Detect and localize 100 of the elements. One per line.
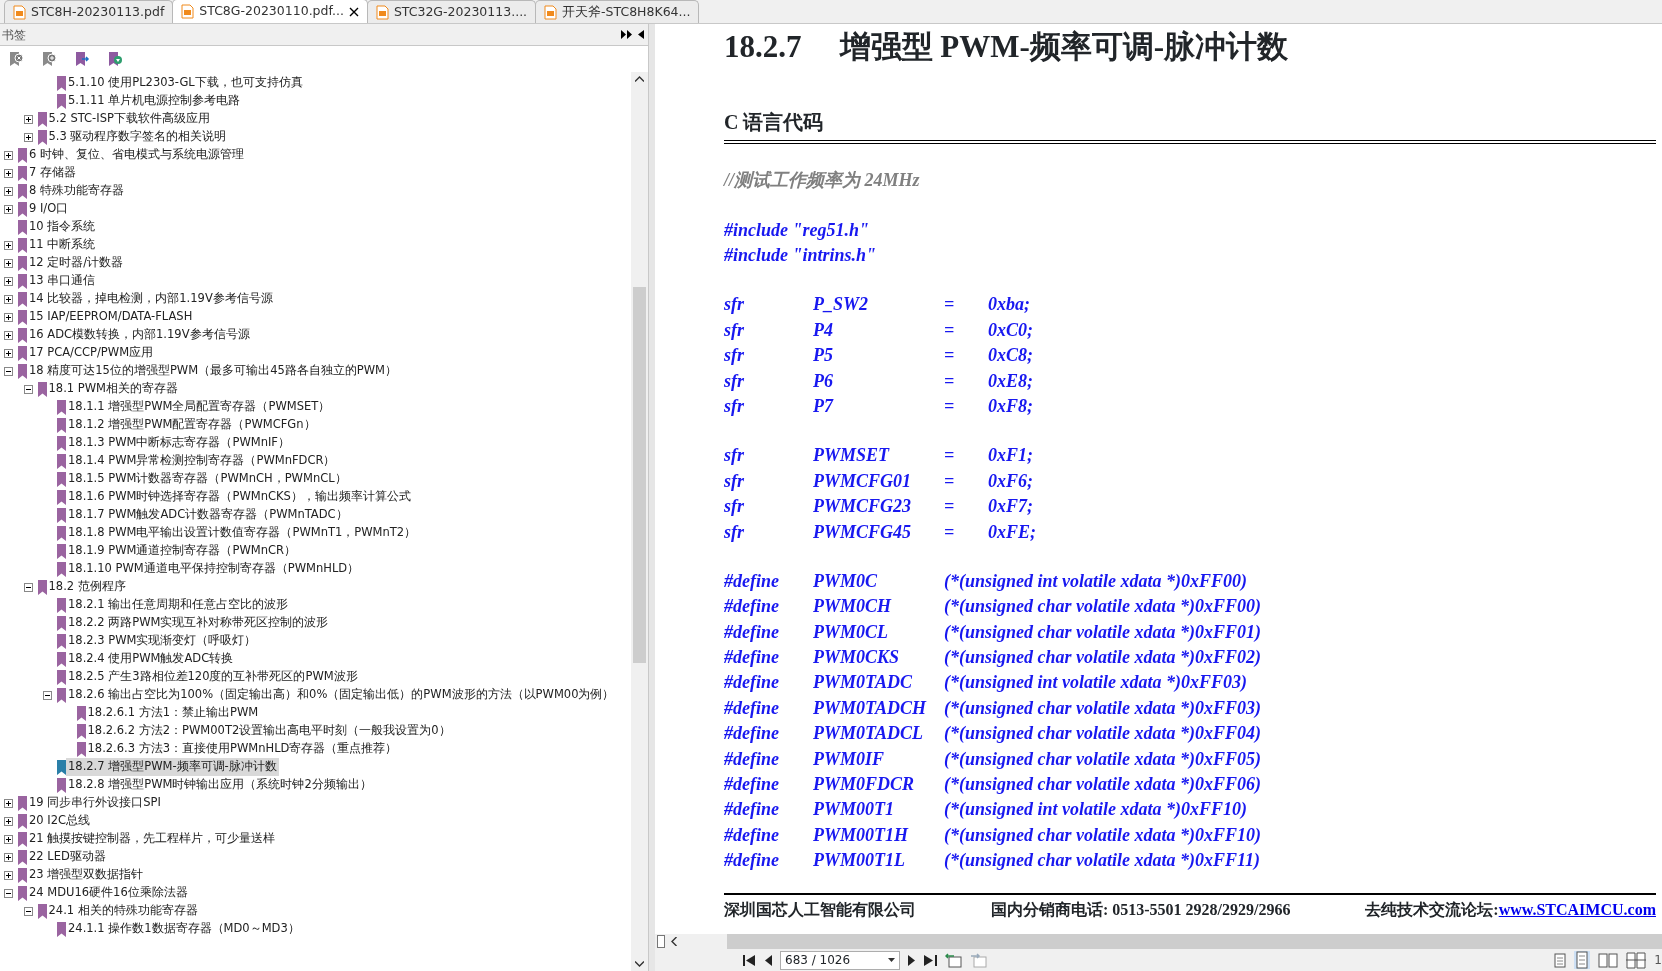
bookmark-item[interactable]: 9 I/O口 (27, 200, 71, 218)
scroll-down-icon[interactable] (635, 961, 644, 967)
code-token: = (944, 469, 956, 493)
bookmark-item[interactable]: 10 指令系统 (27, 218, 98, 236)
expand-icon[interactable] (4, 816, 13, 826)
bookmark-item[interactable]: 18.2 范例程序 (46, 578, 128, 596)
document-tab[interactable]: 开天斧-STC8H8K64... (535, 0, 700, 23)
bookmark-item[interactable]: 16 ADC模数转换，内部1.19V参考信号源 (27, 326, 252, 344)
expand-icon[interactable] (4, 312, 13, 322)
bookmark-item[interactable]: 12 定时器/计数器 (27, 254, 126, 272)
expand-icon[interactable] (4, 186, 13, 196)
delete-bookmark-icon[interactable] (8, 51, 24, 67)
next-page-icon[interactable] (908, 953, 916, 967)
bookmark-item[interactable]: 5.2 STC-ISP下载软件高级应用 (46, 110, 212, 128)
bookmark-item[interactable]: 5.3 驱动程序数字签名的相关说明 (46, 128, 229, 146)
expand-icon[interactable] (4, 258, 13, 268)
bookmark-item[interactable]: 18.1.3 PWM中断标志寄存器（PWMnIF） (66, 434, 292, 452)
bookmark-item[interactable]: 18.2.6 输出占空比为100%（固定输出高）和0%（固定输出低）的PWM波形的方法（以PWM00为例） (66, 686, 617, 704)
forum-link[interactable]: www.STCAIMCU.com (1498, 901, 1656, 919)
bookmark-item[interactable]: 24 MDU16硬件16位乘除法器 (27, 884, 190, 902)
bookmark-item[interactable]: 17 PCA/CCP/PWM应用 (27, 344, 156, 362)
bookmark-item[interactable]: 18.2.4 使用PWM触发ADC转换 (66, 650, 236, 668)
expand-icon[interactable] (4, 168, 13, 178)
collapse-icon[interactable] (4, 366, 13, 376)
two-page-icon[interactable] (1598, 952, 1619, 968)
bookmark-item[interactable]: 18.2.3 PWM实现渐变灯（呼吸灯） (66, 632, 259, 650)
document-tab[interactable]: STC8G-20230110.pdf... (172, 0, 368, 23)
bookmark-item[interactable]: 22 LED驱动器 (27, 848, 108, 866)
bookmark-item[interactable]: 5.1.11 单片机电源控制参考电路 (66, 92, 243, 110)
close-icon[interactable] (348, 6, 359, 17)
bookmark-item[interactable]: 18 精度可达15位的增强型PWM（最多可输出45路各自独立的PWM） (27, 362, 399, 380)
expand-icon[interactable] (4, 276, 13, 286)
double-arrow-icon[interactable] (621, 30, 632, 39)
scroll-up-icon[interactable] (635, 76, 644, 82)
scrollbar[interactable] (631, 72, 648, 971)
bookmark-item[interactable]: 18.1.6 PWM时钟选择寄存器（PWMnCKS），输出频率计算公式 (66, 488, 413, 506)
previous-page-icon[interactable] (764, 953, 772, 967)
first-page-icon[interactable] (743, 953, 756, 967)
bookmark-item[interactable]: 11 中断系统 (27, 236, 98, 254)
continuous-page-icon[interactable] (1574, 951, 1591, 969)
scroll-left-icon[interactable] (671, 937, 677, 946)
expand-icon[interactable] (4, 150, 13, 160)
bookmark-item[interactable]: 18.1.9 PWM通道控制寄存器（PWMnCR） (66, 542, 298, 560)
bookmark-item[interactable]: 18.1.10 PWM通道电平保持控制寄存器（PWMnHLD） (66, 560, 362, 578)
bookmark-item[interactable]: 8 特殊功能寄存器 (27, 182, 126, 200)
expand-icon[interactable] (4, 870, 13, 880)
bookmark-down-icon[interactable] (107, 51, 123, 67)
bookmark-item[interactable]: 18.2.1 输出任意周期和任意占空比的波形 (66, 596, 291, 614)
expand-icon[interactable] (4, 798, 13, 808)
view-back-icon[interactable] (945, 952, 962, 968)
bookmark-item[interactable]: 24.1 相关的特殊功能寄存器 (46, 902, 200, 920)
bookmark-item[interactable]: 15 IAP/EEPROM/DATA-FLASH (27, 308, 195, 326)
bookmark-item[interactable]: 18.2.5 产生3路相位差120度的互补带死区的PWM波形 (66, 668, 360, 686)
bookmark-item[interactable]: 18.1.8 PWM电平输出设置计数值寄存器（PWMnT1，PWMnT2） (66, 524, 419, 542)
collapse-icon[interactable] (4, 888, 13, 898)
expand-icon[interactable] (23, 132, 33, 142)
bookmark-item[interactable]: 18.2.6.1 方法1：禁止输出PWM (85, 704, 261, 722)
bookmark-item[interactable]: 20 I2C总线 (27, 812, 93, 830)
collapse-icon[interactable] (23, 906, 33, 916)
add-bookmark-icon[interactable] (41, 51, 57, 67)
bookmark-item[interactable]: 21 触摸按键控制器，先工程样片，可少量送样 (27, 830, 278, 848)
dropdown-caret-icon[interactable] (888, 958, 895, 962)
bookmark-item[interactable]: 14 比较器，掉电检测，内部1.19V参考信号源 (27, 290, 275, 308)
bookmark-item[interactable]: 18.2.8 增强型PWM时钟输出应用（系统时钟2分频输出） (66, 776, 374, 794)
bookmark-item[interactable]: 18.2.7 增强型PWM-频率可调-脉冲计数 (66, 758, 279, 776)
expand-icon[interactable] (23, 114, 33, 124)
bookmark-item[interactable]: 18.1.7 PWM触发ADC计数器寄存器（PWMnTADC） (66, 506, 350, 524)
collapse-icon[interactable] (43, 690, 52, 700)
expand-icon[interactable] (4, 852, 13, 862)
single-page-icon[interactable] (1554, 952, 1567, 968)
bookmark-item[interactable]: 18.1.5 PWM计数器寄存器（PWMnCH，PWMnCL） (66, 470, 349, 488)
bookmark-item[interactable]: 18.1.1 增强型PWM全局配置寄存器（PWMSET） (66, 398, 333, 416)
bookmark-item[interactable]: 13 串口通信 (27, 272, 98, 290)
continuous-two-page-icon[interactable] (1626, 951, 1647, 969)
bookmark-item[interactable]: 18.2.6.2 方法2：PWM00T2设置输出高电平时刻（一般我设置为0） (85, 722, 453, 740)
bookmark-item[interactable]: 18.2.2 两路PWM实现互补对称带死区控制的波形 (66, 614, 331, 632)
bookmark-item[interactable]: 18.1.4 PWM异常检测控制寄存器（PWMnFDCR） (66, 452, 338, 470)
bookmark-item[interactable]: 19 同步串行外设接口SPI (27, 794, 163, 812)
collapse-icon[interactable] (23, 384, 33, 394)
collapse-icon[interactable] (23, 582, 33, 592)
bookmark-item[interactable]: 18.1.2 增强型PWM配置寄存器（PWMCFGn） (66, 416, 318, 434)
document-tab[interactable]: STC32G-20230113.... (366, 0, 537, 23)
bookmark-item[interactable]: 18.2.6.3 方法3：直接使用PWMnHLD寄存器（重点推荐） (85, 740, 400, 758)
collapse-panel-icon[interactable] (638, 30, 644, 39)
page-number-field[interactable]: 683 / 1026 (780, 950, 900, 970)
bookmark-item[interactable]: 24.1.1 操作数1数据寄存器（MD0～MD3） (66, 920, 302, 938)
expand-icon[interactable] (4, 348, 13, 358)
last-page-icon[interactable] (924, 953, 937, 967)
expand-icon[interactable] (4, 294, 13, 304)
bookmark-item[interactable]: 23 增强型双数据指针 (27, 866, 146, 884)
expand-icon[interactable] (4, 204, 13, 214)
expand-icon[interactable] (4, 330, 13, 340)
bookmark-item[interactable]: 7 存储器 (27, 164, 78, 182)
bookmark-item[interactable]: 5.1.10 使用PL2303-GL下载，也可支持仿真 (66, 74, 305, 92)
expand-icon[interactable] (4, 240, 13, 250)
bookmark-item[interactable]: 6 时钟、复位、省电模式与系统电源管理 (27, 146, 246, 164)
bookmark-item[interactable]: 18.1 PWM相关的寄存器 (46, 380, 180, 398)
document-tab[interactable]: STC8H-20230113.pdf (4, 0, 174, 23)
expand-icon[interactable] (4, 834, 13, 844)
bookmark-arrow-icon[interactable] (74, 51, 90, 67)
